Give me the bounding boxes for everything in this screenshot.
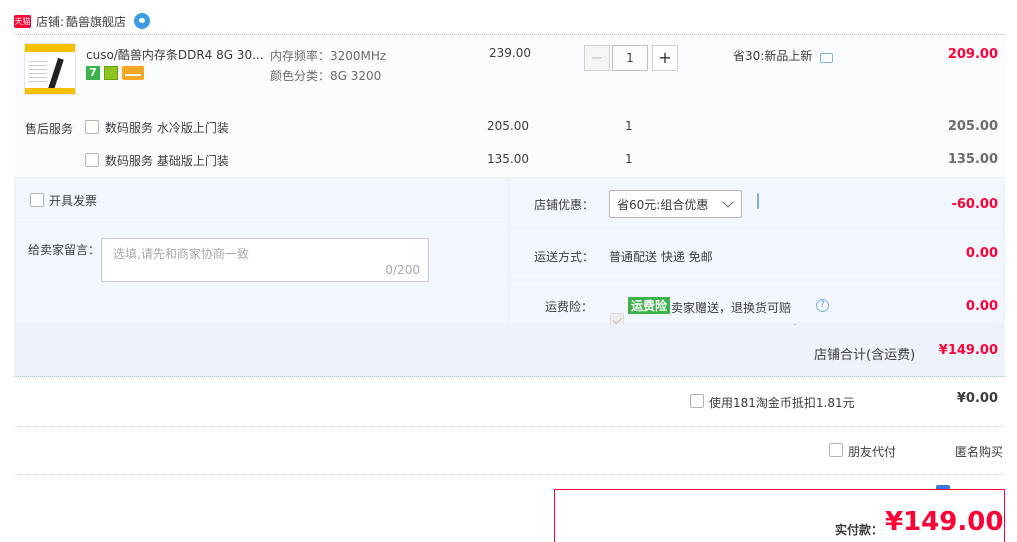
- payment-amount: ¥149.00: [885, 507, 1004, 537]
- help-icon[interactable]: ?: [816, 299, 829, 312]
- divider: [14, 426, 1005, 427]
- message-icon[interactable]: [757, 193, 759, 209]
- after-sales-label: 售后服务: [25, 122, 74, 136]
- discount-selected-value: 省60元:组合优惠: [617, 197, 709, 212]
- service-price-1: 205.00: [487, 119, 529, 133]
- shop-total-amount: ¥149.00: [938, 343, 998, 358]
- qty-plus-button[interactable]: +: [652, 45, 678, 71]
- discount-amount: -60.00: [951, 197, 998, 212]
- sku-color: 颜色分类：8G 3200: [270, 69, 382, 83]
- service-label-2: 数码服务 基础版上门装: [105, 154, 229, 168]
- message-icon[interactable]: [820, 52, 834, 63]
- discount-select[interactable]: 省60元:组合优惠: [609, 190, 742, 218]
- promo-text: 省30:新品上新: [733, 49, 813, 63]
- shop-header: 天猫 店铺: 酷兽旗舰店: [14, 10, 151, 32]
- insurance-desc: 卖家赠送，退换货可赔: [671, 301, 792, 315]
- insurance-amount: 0.00: [965, 299, 998, 314]
- memo-placeholder: 选填,请先和商家协商一致: [113, 247, 249, 261]
- qty-input[interactable]: 1: [612, 45, 648, 71]
- shop-name-link[interactable]: 酷兽旗舰店: [66, 13, 126, 30]
- qty-minus-button[interactable]: −: [584, 45, 610, 71]
- invoice-checkbox[interactable]: [30, 193, 44, 207]
- service-total-1: 205.00: [947, 119, 998, 134]
- shipping-value: 普通配送 快递 免邮: [609, 250, 713, 264]
- coins-label: 使用181淘金币抵扣1.81元: [709, 396, 855, 410]
- anonymous-label: 匿名购买: [955, 445, 1004, 459]
- quantity-stepper: − 1 +: [584, 45, 678, 71]
- invoice-label: 开具发票: [49, 194, 98, 208]
- insurance-tag: 运费险: [628, 297, 671, 314]
- service-badges: 7: [86, 66, 144, 80]
- coins-checkbox[interactable]: [690, 394, 704, 408]
- service-label-1: 数码服务 水冷版上门装: [105, 121, 229, 135]
- tmall-icon: 天猫: [14, 14, 31, 28]
- credit-card-icon[interactable]: [122, 66, 144, 80]
- insurance-label: 运费险：: [545, 300, 594, 314]
- item-subtotal: 209.00: [947, 47, 998, 62]
- memo-textarea[interactable]: 选填,请先和商家协商一致 0/200: [101, 238, 429, 282]
- chevron-down-icon: [722, 196, 734, 208]
- service-checkbox-1[interactable]: [85, 120, 99, 134]
- item-promo: 省30:新品上新: [733, 47, 834, 64]
- payment-label: 实付款：: [835, 523, 884, 537]
- product-thumbnail[interactable]: [24, 43, 76, 95]
- service-total-2: 135.00: [947, 152, 998, 167]
- friend-pay-label: 朋友代付: [848, 445, 897, 459]
- service-qty-2: 1: [625, 152, 633, 166]
- shipping-label: 运送方式：: [534, 250, 595, 264]
- service-checkbox-2[interactable]: [85, 153, 99, 167]
- shop-label: 店铺:: [36, 14, 65, 29]
- discount-label: 店铺优惠：: [534, 198, 595, 212]
- install-service-icon[interactable]: [104, 66, 118, 80]
- unit-price: 239.00: [489, 46, 531, 60]
- product-title-link[interactable]: cuso/酷兽内存条DDR4 8G 30...: [86, 46, 266, 63]
- coins-amount: ¥0.00: [956, 391, 998, 406]
- memo-label: 给卖家留言：: [28, 243, 101, 257]
- friend-pay-checkbox[interactable]: [829, 443, 843, 457]
- wangwang-chat-icon[interactable]: [134, 13, 151, 29]
- service-price-2: 135.00: [487, 152, 529, 166]
- sku-frequency: 内存频率：3200MHz: [270, 49, 387, 63]
- shipping-amount: 0.00: [965, 246, 998, 261]
- divider: [14, 474, 1005, 475]
- service-qty-1: 1: [625, 119, 633, 133]
- memo-char-count: 0/200: [385, 263, 420, 277]
- seven-day-return-icon[interactable]: 7: [86, 66, 100, 80]
